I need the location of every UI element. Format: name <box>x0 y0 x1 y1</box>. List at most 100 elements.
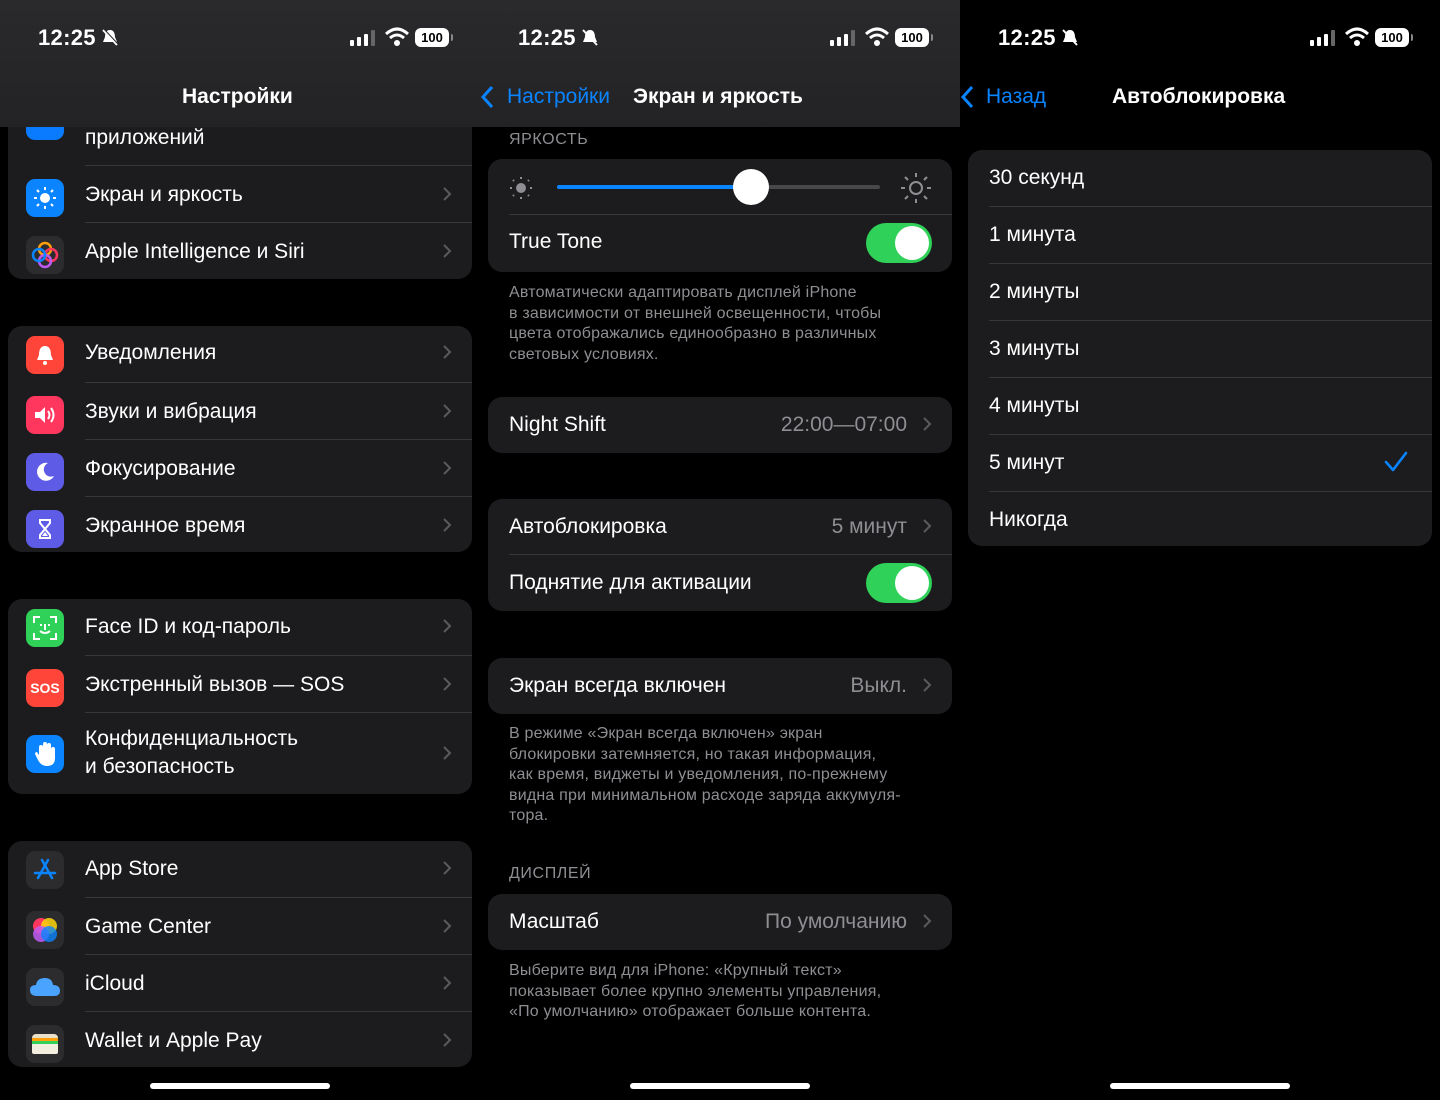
always-on-value: Выкл. <box>850 674 907 697</box>
hand-icon <box>26 735 64 773</box>
wifi-icon <box>1345 27 1369 46</box>
wifi-icon <box>865 27 889 46</box>
chevron-right-icon <box>443 404 452 418</box>
settings-item-siri[interactable]: Apple Intelligence и Siri <box>8 223 472 279</box>
settings-item-sounds[interactable]: Звуки и вибрация <box>8 383 472 440</box>
autolock-option-selected[interactable]: 5 минут <box>968 435 1432 492</box>
settings-item-label: и безопасность <box>85 755 235 778</box>
sos-icon: SOS <box>26 669 64 707</box>
settings-item-faceid[interactable]: Face ID и код-пароль <box>8 599 472 656</box>
section-header-display: ДИСПЛЕЙ <box>509 865 592 882</box>
cellular-signal-icon <box>830 30 855 46</box>
settings-group-2: Уведомления Звуки и вибрация Фокусирован… <box>8 326 472 552</box>
cellular-signal-icon <box>350 30 375 46</box>
settings-panel: приложений Экран и яркость Apple Intelli… <box>0 0 480 1100</box>
cellular-signal-icon <box>1310 30 1335 46</box>
autolock-option[interactable]: 3 минуты <box>968 321 1432 378</box>
navigation-bar: Назад Автоблокировка <box>960 75 1440 127</box>
raise-to-wake-label: Поднятие для активации <box>509 571 752 594</box>
settings-item-privacy[interactable]: Конфиденциальность и безопасность <box>8 713 472 794</box>
autolock-panel: 12:25 100 Назад Автоблокировка 30 секунд… <box>960 0 1440 1100</box>
always-on-group: Экран всегда включен Выкл. <box>488 658 952 714</box>
sun-small-icon <box>510 177 532 199</box>
chevron-left-icon[interactable] <box>960 84 976 110</box>
cloud-icon <box>26 968 64 1006</box>
page-title: Автоблокировка <box>1112 85 1286 108</box>
settings-item-label: Конфиденциальность <box>85 727 299 750</box>
settings-item-screen-time[interactable]: Экранное время <box>8 497 472 552</box>
settings-group-4: App Store Game Center iCloud Wallet и Ap… <box>8 841 472 1067</box>
settings-item-appstore[interactable]: App Store <box>8 841 472 898</box>
wifi-icon <box>385 27 409 46</box>
settings-item-sos[interactable]: SOS Экстренный вызов — SOS <box>8 656 472 713</box>
brightness-slider-fill <box>557 185 751 189</box>
chevron-right-icon <box>923 914 932 928</box>
status-time: 12:25 <box>518 25 576 50</box>
settings-item-label: Экран и яркость <box>85 183 243 206</box>
true-tone-toggle[interactable] <box>866 223 932 263</box>
status-bar: 12:25 100 <box>0 0 480 75</box>
settings-item-icloud[interactable]: iCloud <box>8 955 472 1012</box>
bell-slash-icon <box>102 28 119 46</box>
chevron-left-icon[interactable] <box>480 84 496 110</box>
zoom-row[interactable]: Масштаб По умолчанию <box>488 894 952 950</box>
settings-item-label: приложений <box>85 126 205 149</box>
wallet-icon <box>26 1025 64 1063</box>
settings-item-label: Уведомления <box>85 341 217 364</box>
option-label: 3 минуты <box>989 337 1080 360</box>
true-tone-note: Автоматически адаптировать дисплей iPhon… <box>509 284 882 363</box>
home-indicator[interactable] <box>150 1083 330 1089</box>
settings-item-label: App Store <box>85 857 179 880</box>
brightness-slider[interactable] <box>557 169 880 205</box>
chevron-right-icon <box>923 519 932 533</box>
autolock-option[interactable]: Никогда <box>968 492 1432 546</box>
settings-item-display[interactable]: Экран и яркость <box>8 166 472 223</box>
brightness-slider-knob[interactable] <box>732 169 769 205</box>
always-on-note: В режиме «Экран всегда включен» экран бло… <box>509 725 901 824</box>
settings-item-label: Экранное время <box>85 514 246 537</box>
chevron-right-icon <box>443 461 452 475</box>
battery-icon: 100 <box>415 28 453 47</box>
sun-large-icon <box>901 173 931 203</box>
status-bar: 12:25 100 <box>480 0 960 75</box>
sun-icon <box>26 179 64 217</box>
night-shift-row[interactable]: Night Shift 22:00—07:00 <box>488 397 952 453</box>
always-on-label: Экран всегда включен <box>509 674 726 697</box>
autolock-option[interactable]: 30 секунд <box>968 150 1432 207</box>
brightness-slider-row <box>488 159 952 215</box>
back-button[interactable]: Настройки <box>507 85 610 109</box>
autolock-options: 30 секунд 1 минута 2 минуты 3 минуты 4 м… <box>968 150 1432 546</box>
chevron-right-icon <box>443 244 452 258</box>
settings-group-3: Face ID и код-пароль SOS Экстренный вызо… <box>8 599 472 794</box>
speaker-icon <box>26 396 64 434</box>
settings-item-gamecenter[interactable]: Game Center <box>8 898 472 955</box>
settings-item-focus[interactable]: Фокусирование <box>8 440 472 497</box>
back-button[interactable]: Назад <box>986 85 1046 109</box>
always-on-row[interactable]: Экран всегда включен Выкл. <box>488 658 952 714</box>
raise-to-wake-toggle[interactable] <box>866 563 932 603</box>
chevron-right-icon <box>923 678 932 692</box>
autolock-option[interactable]: 1 минута <box>968 207 1432 264</box>
navigation-bar: Настройки Экран и яркость <box>480 75 960 127</box>
night-shift-group: Night Shift 22:00—07:00 <box>488 397 952 453</box>
apple-intelligence-icon <box>26 236 64 274</box>
home-indicator[interactable] <box>1110 1083 1290 1089</box>
autolock-option[interactable]: 4 минуты <box>968 378 1432 435</box>
settings-item-label: Face ID и код-пароль <box>85 615 291 638</box>
autolock-option[interactable]: 2 минуты <box>968 264 1432 321</box>
moon-icon <box>26 453 64 491</box>
zoom-group: Масштаб По умолчанию <box>488 894 952 950</box>
settings-item-label: iCloud <box>85 972 145 995</box>
settings-item-notifications[interactable]: Уведомления <box>8 326 472 383</box>
page-title: Экран и яркость <box>633 85 803 108</box>
settings-item-wallet[interactable]: Wallet и Apple Pay <box>8 1012 472 1067</box>
autolock-group: Автоблокировка 5 минут Поднятие для акти… <box>488 499 952 611</box>
chevron-right-icon <box>443 677 452 691</box>
autolock-row[interactable]: Автоблокировка 5 минут <box>488 499 952 555</box>
zoom-value: По умолчанию <box>764 910 907 933</box>
zoom-note: Выберите вид для iPhone: «Крупный текст»… <box>509 962 882 1020</box>
checkmark-icon <box>1384 451 1408 472</box>
option-label: 5 минут <box>989 451 1065 474</box>
option-label: 2 минуты <box>989 280 1080 303</box>
home-indicator[interactable] <box>630 1083 810 1089</box>
